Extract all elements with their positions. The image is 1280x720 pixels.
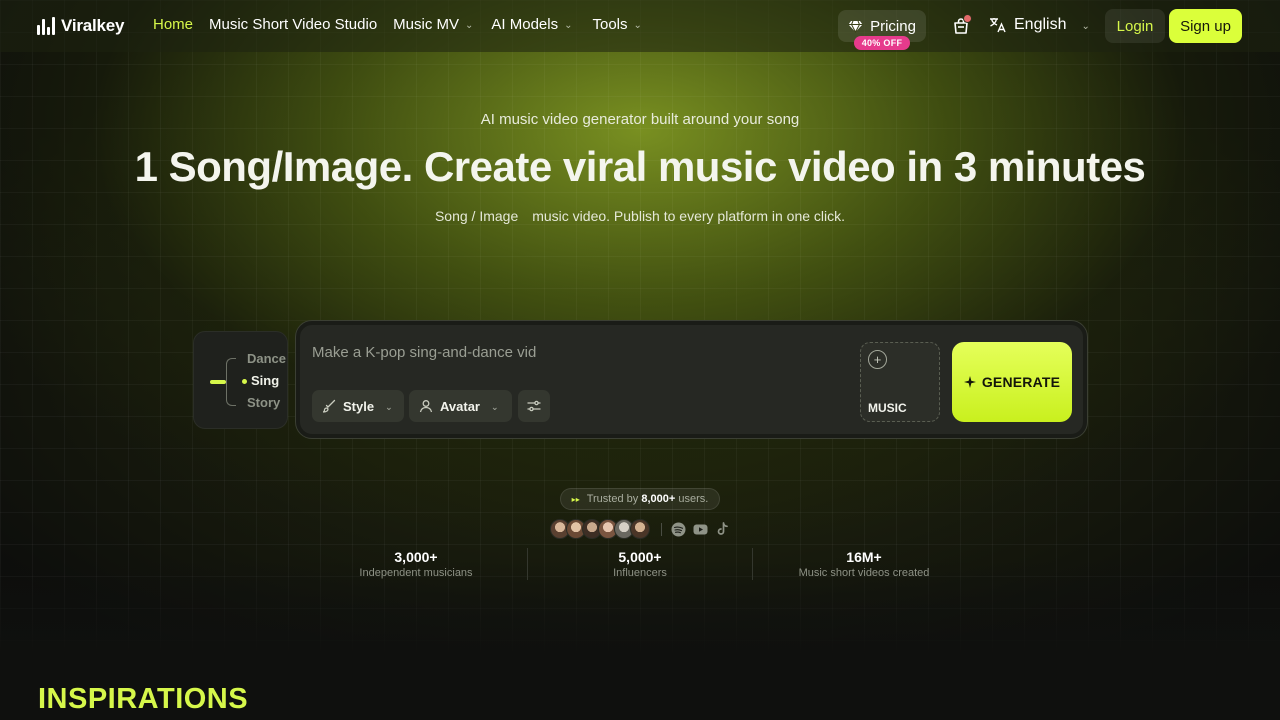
hero-headline: 1 Song/Image. Create viral music video i…	[134, 143, 1146, 190]
mode-dance[interactable]: Dance	[247, 351, 286, 366]
login-button[interactable]: Login	[1105, 9, 1165, 43]
user-icon	[419, 400, 433, 413]
youtube-icon[interactable]	[693, 522, 708, 537]
prompt-box: Style ⌄ Avatar ⌄ + MUSIC GENERATE	[296, 321, 1087, 438]
avatar-dropdown[interactable]: Avatar ⌄	[409, 390, 512, 422]
mode-story[interactable]: Story	[247, 395, 280, 410]
music-upload[interactable]: + MUSIC	[860, 342, 940, 422]
translate-icon	[990, 18, 1006, 33]
top-nav: Viralkey Home Music Short Video Studio M…	[0, 0, 1280, 52]
mode-indicator	[210, 380, 226, 384]
logo[interactable]: Viralkey	[37, 16, 125, 36]
music-label: MUSIC	[868, 401, 907, 415]
stat-influencers: 5,000+ Influencers	[613, 549, 667, 579]
trusted-badge: ▸▸ Trusted by 8,000+ users.	[560, 488, 720, 510]
notification-dot	[963, 14, 972, 23]
tiktok-icon[interactable]	[715, 522, 730, 537]
chevron-down-icon: ⌄	[633, 20, 642, 31]
nav-links: Home Music Short Video Studio Music MV ⌄ …	[153, 16, 642, 33]
chevron-down-icon: ⌄	[490, 401, 499, 412]
chevron-down-icon: ⌄	[385, 401, 393, 412]
chevron-down-icon: ⌄	[1081, 20, 1090, 32]
nav-ai-models[interactable]: AI Models ⌄	[491, 16, 572, 33]
section-title-inspirations: INSPIRATIONS	[38, 683, 249, 715]
logo-text: Viralkey	[61, 16, 125, 35]
play-icon: ▸▸	[571, 494, 580, 504]
stat-musicians: 3,000+ Independent musicians	[359, 549, 473, 579]
nav-home[interactable]: Home	[153, 16, 193, 33]
nav-music-short-video-studio[interactable]: Music Short Video Studio	[209, 16, 377, 33]
divider	[527, 548, 528, 580]
diamond-icon	[848, 20, 863, 33]
sparkle-icon	[963, 376, 976, 388]
discount-badge: 40% OFF	[854, 36, 910, 50]
generate-button[interactable]: GENERATE	[952, 342, 1072, 422]
hero-subline-part1: Song / Image	[434, 208, 519, 224]
mode-branch-lines	[226, 358, 236, 406]
hero-eyebrow: AI music video generator built around yo…	[480, 111, 800, 128]
chevron-down-icon: ⌄	[465, 20, 474, 31]
mode-sing[interactable]: Sing	[251, 373, 279, 388]
mode-picker[interactable]: Dance Sing Story	[193, 331, 288, 429]
hero-subline-part2: music video. Publish to every platform i…	[532, 208, 846, 224]
divider	[752, 548, 753, 580]
stat-videos: 16M+ Music short videos created	[798, 549, 930, 579]
nav-tools[interactable]: Tools ⌄	[593, 16, 642, 33]
nav-music-mv[interactable]: Music MV ⌄	[393, 16, 473, 33]
brush-icon	[322, 399, 336, 413]
mode-selected-dot	[242, 379, 247, 384]
sliders-icon	[527, 400, 541, 412]
divider	[661, 523, 662, 536]
chevron-down-icon: ⌄	[564, 20, 573, 31]
avatar	[630, 519, 650, 539]
user-avatars	[550, 519, 650, 539]
settings-button[interactable]	[518, 390, 550, 422]
logo-icon	[37, 17, 55, 35]
plus-icon: +	[868, 350, 887, 369]
signup-button[interactable]: Sign up	[1169, 9, 1242, 43]
spotify-icon[interactable]	[671, 522, 686, 537]
style-dropdown[interactable]: Style ⌄	[312, 390, 404, 422]
language-selector[interactable]: English ⌄	[989, 16, 1090, 34]
prompt-input[interactable]	[312, 341, 832, 363]
hero-subline: Song / Image music video. Publish to ever…	[0, 208, 1280, 224]
